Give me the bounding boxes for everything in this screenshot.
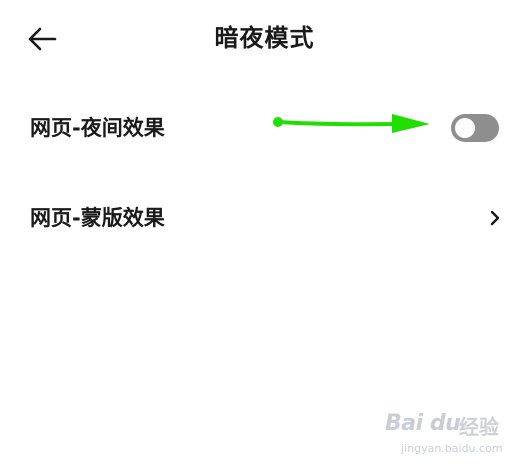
setting-label-night-effect: 网页-夜间效果 xyxy=(30,116,165,140)
setting-label-mask-effect: 网页-蒙版效果 xyxy=(30,206,165,230)
watermark-text: 经验 xyxy=(459,415,499,439)
setting-row-mask-effect[interactable]: 网页-蒙版效果 xyxy=(0,176,529,260)
night-effect-toggle[interactable] xyxy=(451,114,499,142)
header: 暗夜模式 xyxy=(0,0,529,78)
screen: 暗夜模式 网页-夜间效果 网页-蒙版效果 Bai du 经验 jingyan.b… xyxy=(0,0,529,469)
page-title: 暗夜模式 xyxy=(214,24,315,52)
watermark-url: jingyan.baidu.com xyxy=(401,442,503,455)
setting-row-night-effect[interactable]: 网页-夜间效果 xyxy=(0,86,529,170)
baidu-jingyan-watermark: Bai du 经验 jingyan.baidu.com xyxy=(385,409,515,461)
chevron-right-icon xyxy=(489,208,501,228)
toggle-knob xyxy=(455,118,475,138)
watermark-logo: Bai du xyxy=(385,411,461,436)
